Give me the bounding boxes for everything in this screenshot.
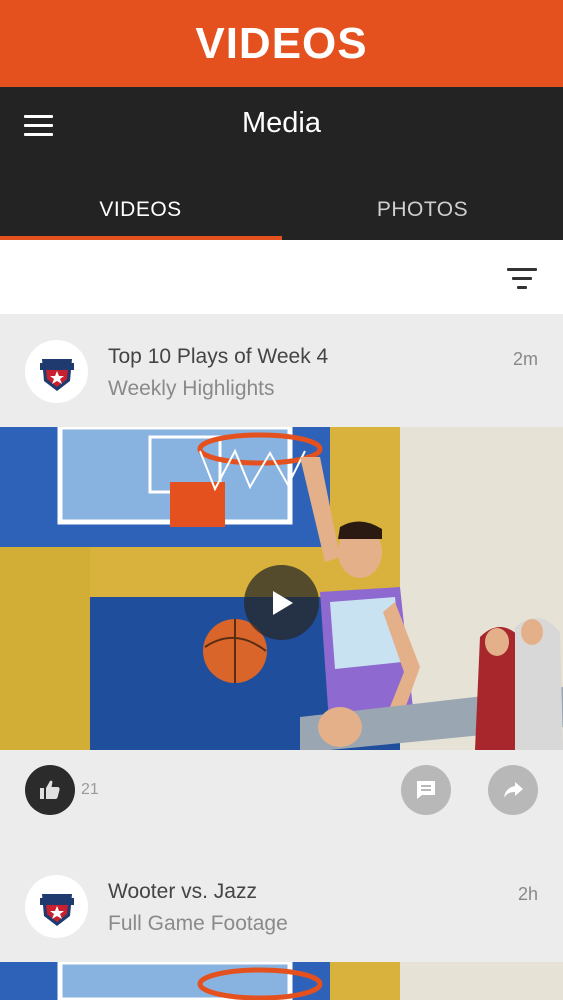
filter-icon[interactable]	[507, 268, 537, 290]
post-header: Top 10 Plays of Week 4 Weekly Highlights…	[0, 315, 563, 427]
video-thumbnail[interactable]	[0, 427, 563, 750]
post-timestamp: 2h	[517, 884, 538, 904]
play-button[interactable]	[244, 565, 319, 640]
share-arrow-icon	[504, 782, 523, 798]
post-title[interactable]: Wooter vs. Jazz	[108, 880, 257, 904]
tab-videos[interactable]: VIDEOS	[0, 180, 281, 240]
thumbs-up-icon	[40, 780, 60, 799]
share-button[interactable]	[488, 765, 538, 815]
page-banner: VIDEOS	[0, 0, 563, 87]
like-count: 21	[81, 781, 99, 798]
filter-bar	[0, 240, 563, 314]
team-logo	[25, 875, 88, 938]
post-title[interactable]: Top 10 Plays of Week 4	[108, 345, 328, 369]
post-card: Top 10 Plays of Week 4 Weekly Highlights…	[0, 315, 563, 826]
video-thumbnail[interactable]	[0, 962, 563, 1000]
post-subtitle: Weekly Highlights	[108, 377, 275, 400]
post-subtitle: Full Game Footage	[108, 912, 288, 935]
tab-videos-label: VIDEOS	[99, 198, 182, 221]
tab-photos-label: PHOTOS	[376, 198, 469, 221]
like-button[interactable]	[25, 765, 75, 815]
post-timestamp: 2m	[512, 349, 538, 369]
comment-button[interactable]	[401, 765, 451, 815]
comment-icon	[417, 781, 435, 799]
post-card: Wooter vs. Jazz Full Game Footage 2h	[0, 850, 563, 1000]
tab-photos[interactable]: PHOTOS	[282, 180, 563, 240]
banner-title: VIDEOS	[195, 18, 368, 68]
play-icon	[272, 590, 293, 615]
app-bar: Media VIDEOS PHOTOS	[0, 87, 563, 240]
team-logo	[25, 340, 88, 403]
post-header: Wooter vs. Jazz Full Game Footage 2h	[0, 850, 563, 962]
app-title: Media	[242, 107, 321, 139]
post-actions: 21	[0, 750, 563, 826]
